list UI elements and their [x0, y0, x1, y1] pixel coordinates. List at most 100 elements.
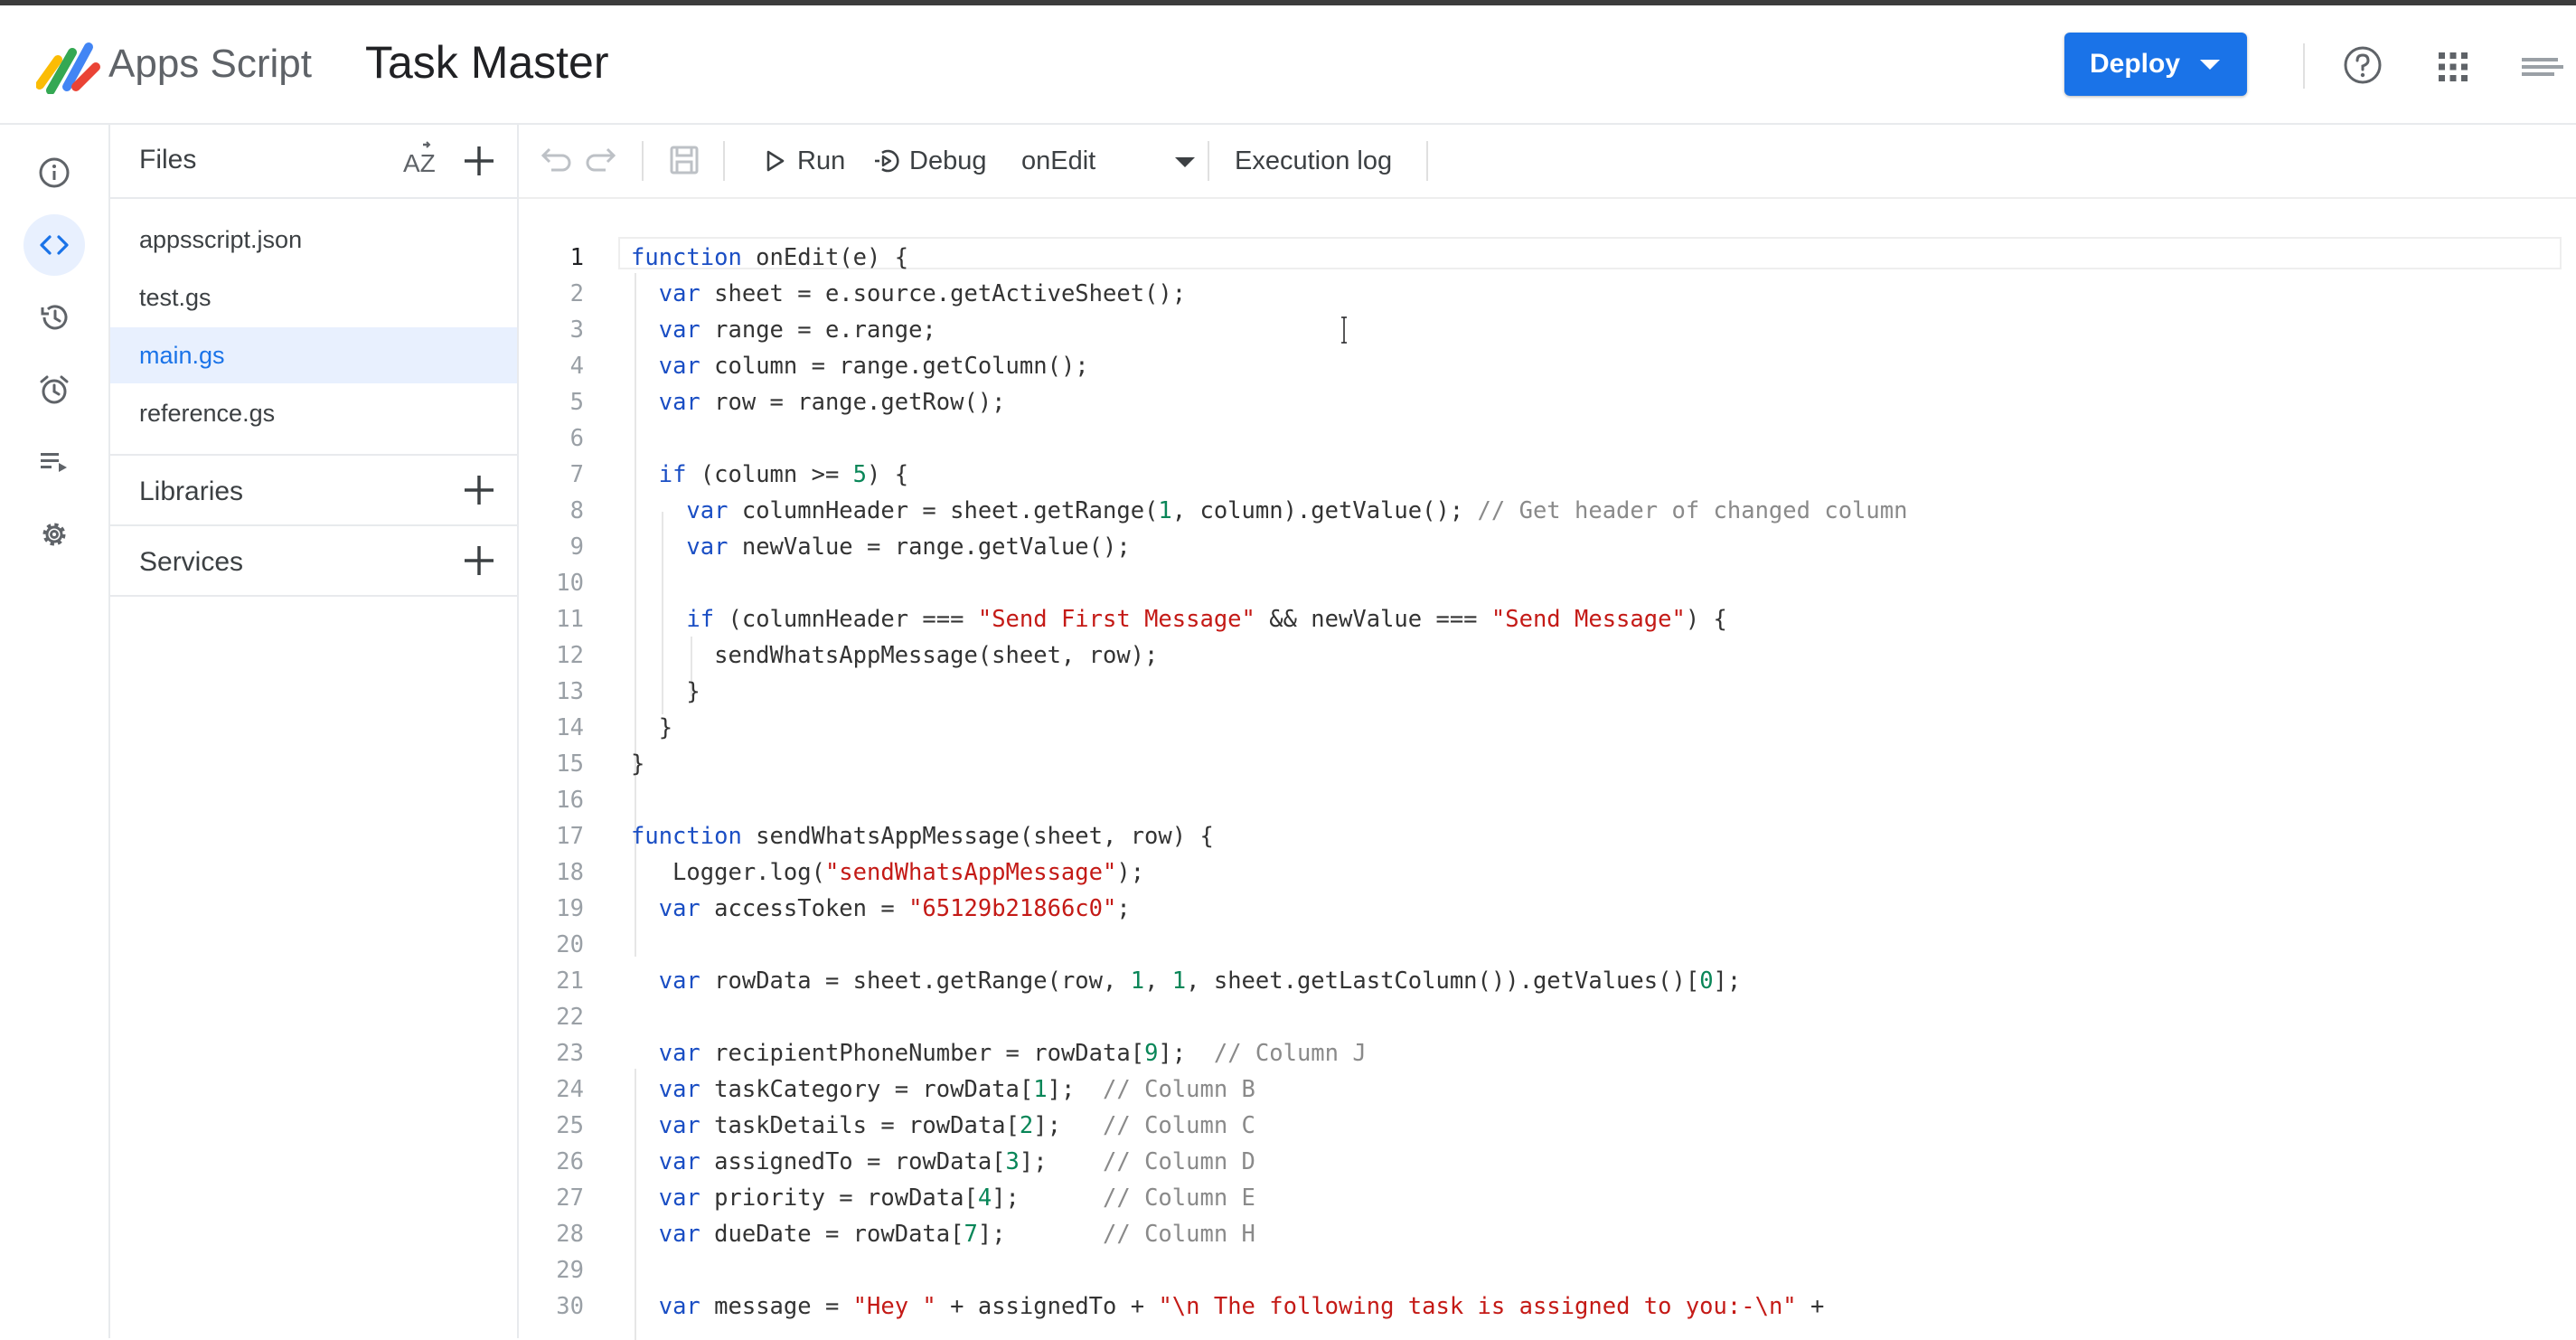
code-line[interactable]: 27 var priority = rowData[4]; // Column …: [519, 1179, 2576, 1215]
code-line[interactable]: 1 function onEdit(e) {: [519, 239, 2576, 275]
line-number: 20: [556, 931, 584, 958]
file-item-appsscript-json[interactable]: appsscript.json: [110, 212, 517, 268]
file-name: appsscript.json: [139, 226, 303, 253]
code-line[interactable]: 28 var dueDate = rowData[7]; // Column H: [519, 1215, 2576, 1251]
account-icon[interactable]: [2518, 51, 2567, 83]
code-line[interactable]: 3 var range = e.range;: [519, 311, 2576, 347]
code-line[interactable]: 23 var recipientPhoneNumber = rowData[9]…: [519, 1034, 2576, 1071]
code-text: }: [631, 750, 645, 778]
code-editor[interactable]: 1 function onEdit(e) { 2 var sheet = e.sou…: [519, 199, 2576, 1340]
files-panel: Files AZ appsscript.json test.gs main.gs…: [110, 125, 519, 1338]
code-line[interactable]: 20: [519, 926, 2576, 962]
code-line[interactable]: 29: [519, 1251, 2576, 1288]
debug-label: Debug: [909, 146, 987, 175]
code-text: if (columnHeader === "Send First Message…: [686, 606, 1727, 633]
deploy-label: Deploy: [2090, 49, 2181, 79]
code-line[interactable]: 30 var message = "Hey " + assignedTo + "…: [519, 1288, 2576, 1324]
save-icon[interactable]: [667, 143, 701, 177]
execution-log-button[interactable]: Execution log: [1235, 137, 1434, 184]
apps-script-logo-icon[interactable]: [36, 40, 101, 94]
add-library-icon[interactable]: [461, 472, 497, 508]
code-line[interactable]: 26 var assignedTo = rowData[3]; // Colum…: [519, 1143, 2576, 1179]
line-number: 28: [556, 1221, 584, 1248]
debug-button[interactable]: Debug: [873, 137, 1009, 184]
line-number: 12: [556, 642, 584, 669]
code-text: var priority = rowData[4]; // Column E: [658, 1184, 1255, 1212]
code-line[interactable]: 18 Logger.log("sendWhatsAppMessage");: [519, 854, 2576, 890]
code-line[interactable]: 9 var newValue = range.getValue();: [519, 528, 2576, 564]
code-line[interactable]: 6: [519, 420, 2576, 456]
code-line[interactable]: 4 var column = range.getColumn();: [519, 347, 2576, 383]
triggers-button[interactable]: [24, 359, 85, 420]
function-select[interactable]: onEdit: [1021, 137, 1202, 184]
deploy-button[interactable]: Deploy: [2064, 33, 2247, 96]
code-line[interactable]: 24 var taskCategory = rowData[1]; // Col…: [519, 1071, 2576, 1107]
google-apps-icon[interactable]: [2437, 51, 2469, 83]
editor-button[interactable]: [24, 214, 85, 276]
code-line[interactable]: 21 var rowData = sheet.getRange(row, 1, …: [519, 962, 2576, 998]
code-line[interactable]: 22: [519, 998, 2576, 1034]
code-text: var taskCategory = rowData[1]; // Column…: [658, 1076, 1255, 1103]
code-line[interactable]: 7 if (column >= 5) {: [519, 456, 2576, 492]
code-text: var sheet = e.source.getActiveSheet();: [658, 280, 1187, 307]
code-line[interactable]: 25 var taskDetails = rowData[2]; // Colu…: [519, 1107, 2576, 1143]
file-item-test-gs[interactable]: test.gs: [110, 269, 517, 326]
settings-button[interactable]: [24, 504, 85, 565]
code-brackets-icon: [40, 235, 69, 255]
files-title: Files: [139, 145, 197, 175]
line-number: 14: [556, 714, 584, 741]
function-select-value: onEdit: [1021, 146, 1096, 175]
services-label: Services: [139, 547, 244, 577]
debug-icon: [875, 149, 899, 173]
line-number: 26: [556, 1148, 584, 1175]
overview-button[interactable]: [24, 142, 85, 203]
project-title[interactable]: Task Master: [365, 36, 609, 89]
executions-list-icon: [41, 453, 67, 472]
file-item-main-gs[interactable]: main.gs: [110, 327, 517, 383]
code-line[interactable]: 8 var columnHeader = sheet.getRange(1, c…: [519, 492, 2576, 528]
add-file-icon[interactable]: [461, 143, 497, 179]
code-line[interactable]: 2 var sheet = e.source.getActiveSheet();: [519, 275, 2576, 311]
files-divider: [110, 595, 517, 597]
app-name[interactable]: Apps Script: [108, 42, 312, 87]
code-line[interactable]: 17 function sendWhatsAppMessage(sheet, ro…: [519, 817, 2576, 854]
code-line[interactable]: 12 sendWhatsAppMessage(sheet, row);: [519, 637, 2576, 673]
sort-az-icon[interactable]: AZ: [401, 141, 441, 181]
files-divider: [110, 524, 517, 526]
line-number: 18: [556, 859, 584, 886]
code-line[interactable]: 15}: [519, 745, 2576, 781]
run-button[interactable]: Run: [761, 137, 860, 184]
code-text: var column = range.getColumn();: [658, 353, 1089, 380]
undo-icon[interactable]: [537, 143, 571, 177]
code-text: var recipientPhoneNumber = rowData[9]; /…: [658, 1040, 1367, 1067]
line-number: 10: [556, 570, 584, 597]
line-number: 2: [569, 280, 584, 307]
line-number: 1: [569, 244, 584, 271]
history-button[interactable]: [24, 287, 85, 348]
code-text: function onEdit(e) {: [631, 244, 909, 271]
code-text: sendWhatsAppMessage(sheet, row);: [631, 642, 1159, 669]
code-line[interactable]: 16: [519, 781, 2576, 817]
code-text: var dueDate = rowData[7]; // Column H: [658, 1221, 1255, 1248]
redo-icon[interactable]: [586, 143, 620, 177]
toolbar-divider: [1208, 141, 1209, 181]
code-line[interactable]: 19 var accessToken = "65129b21866c0";: [519, 890, 2576, 926]
line-number: 23: [556, 1040, 584, 1067]
line-number: 9: [569, 533, 584, 561]
code-line[interactable]: 13 }: [519, 673, 2576, 709]
code-line[interactable]: 10: [519, 564, 2576, 600]
code-text: }: [631, 714, 673, 741]
info-icon: [39, 157, 70, 188]
file-item-reference-gs[interactable]: reference.gs: [110, 385, 517, 441]
file-name: test.gs: [139, 284, 212, 311]
line-number: 25: [556, 1112, 584, 1139]
code-line[interactable]: 11 if (columnHeader === "Send First Mess…: [519, 600, 2576, 637]
files-divider: [110, 197, 517, 199]
help-icon[interactable]: [2343, 45, 2383, 85]
code-line[interactable]: 14 }: [519, 709, 2576, 745]
executions-button[interactable]: [24, 431, 85, 493]
line-number: 17: [556, 823, 584, 850]
line-number: 21: [556, 967, 584, 995]
code-line[interactable]: 5 var row = range.getRow();: [519, 383, 2576, 420]
add-service-icon[interactable]: [461, 543, 497, 579]
